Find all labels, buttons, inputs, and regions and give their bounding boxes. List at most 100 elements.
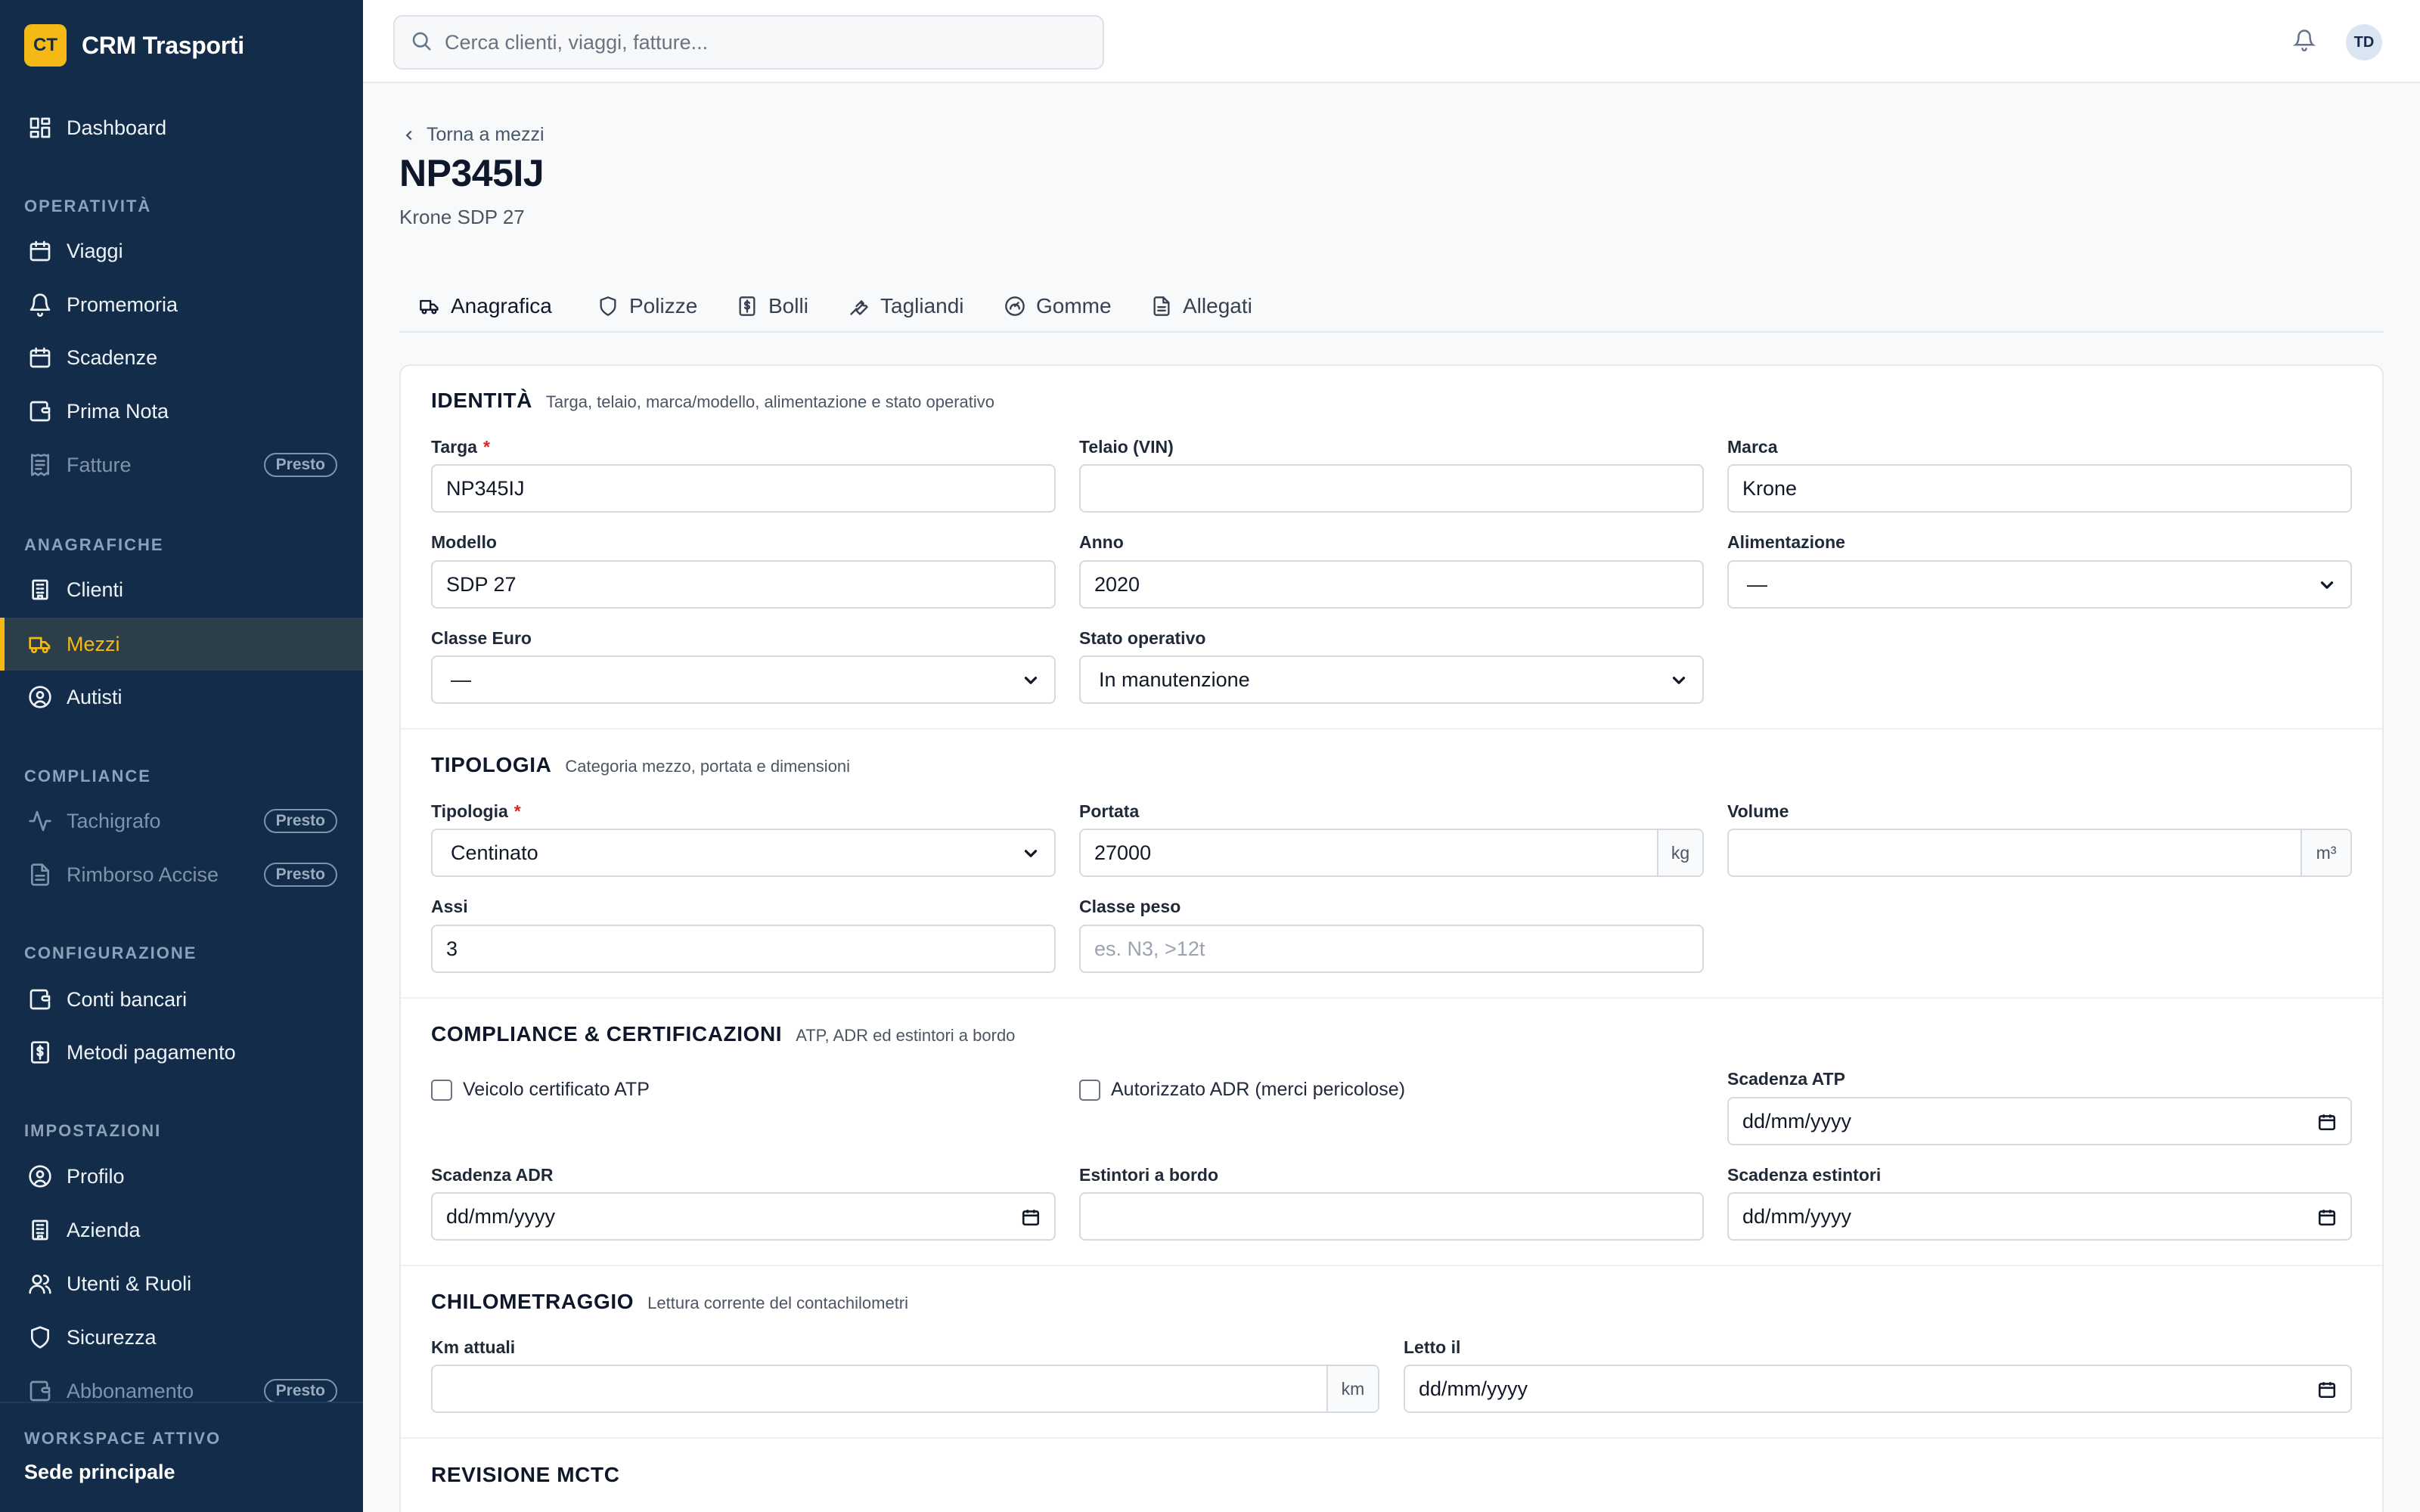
volume-input[interactable]: m³ [1727,829,2352,877]
sidebar-item-clienti[interactable]: Clienti [0,563,363,616]
classe-euro-value: — [451,668,471,691]
presto-badge: Presto [263,1379,337,1403]
notifications-bell-icon[interactable] [2292,29,2316,55]
tab-anagrafica[interactable]: Anagrafica [419,281,552,331]
sidebar-item-utenti-ruoli[interactable]: Utenti & Ruoli [0,1257,363,1310]
section-revisione: REVISIONE MCTC [431,1463,620,1487]
workspace-switcher[interactable]: WORKSPACE ATTIVO Sede principale [0,1402,363,1512]
section-divider [401,728,2382,730]
document-icon [27,862,53,888]
user-circle-icon [27,1163,53,1189]
brand[interactable]: CT CRM Trasporti [24,24,244,67]
sidebar-item-fatture[interactable]: Fatture Presto [0,438,363,491]
classe-euro-select[interactable]: — [431,655,1056,704]
scadenza-adr-date[interactable]: dd/mm/yyyy [431,1192,1056,1241]
section-title: REVISIONE MCTC [431,1463,620,1486]
assi-input[interactable]: 3 [431,925,1056,973]
calendar-icon[interactable] [2317,1207,2337,1227]
user-circle-icon [27,684,53,710]
checkbox-box[interactable] [431,1079,452,1101]
stato-operativo-select[interactable]: In manutenzione [1079,655,1704,704]
sidebar-item-autisti[interactable]: Autisti [0,671,363,723]
sidebar-item-rimborso-accise[interactable]: Rimborso Accise Presto [0,848,363,901]
portata-value: 27000 [1094,841,1152,864]
scadenza-atp-date[interactable]: dd/mm/yyyy [1727,1097,2352,1145]
tab-allegati[interactable]: Allegati [1151,281,1252,331]
tab-tagliandi[interactable]: Tagliandi [849,281,964,331]
section-description: ATP, ADR ed estintori a bordo [796,1026,1016,1045]
tab-polizze[interactable]: Polizze [597,281,697,331]
tipologia-select[interactable]: Centinato [431,829,1056,877]
marca-input[interactable]: Krone [1727,464,2352,513]
alimentazione-select[interactable]: — [1727,560,2352,609]
sidebar-item-profilo[interactable]: Profilo [0,1150,363,1203]
tipologia-label: Tipologia * [431,801,521,822]
search-box[interactable] [393,15,1104,70]
tab-gomme[interactable]: Gomme [1004,281,1112,331]
sidebar-item-tachigrafo[interactable]: Tachigrafo Presto [0,795,363,847]
sidebar-item-promemoria[interactable]: Promemoria [0,278,363,331]
classe-peso-input[interactable]: es. N3, >12t [1079,925,1704,973]
sidebar-item-label: Dashboard [67,116,167,139]
required-marker: * [513,801,521,821]
modello-label: Modello [431,532,497,552]
sidebar-item-conti-bancari[interactable]: Conti bancari [0,973,363,1026]
modello-input[interactable]: SDP 27 [431,560,1056,609]
nav-section-configurazione: CONFIGURAZIONE [24,943,197,962]
presto-badge: Presto [263,809,337,833]
back-link-label: Torna a mezzi [427,124,544,145]
nav-section-compliance: COMPLIANCE [24,767,151,785]
sidebar-item-label: Tachigrafo [67,809,161,832]
anno-input[interactable]: 2020 [1079,560,1704,609]
sidebar-item-metodi-pagamento[interactable]: Metodi pagamento [0,1026,363,1079]
dollar-receipt-icon [27,1040,53,1065]
adr-checkbox[interactable]: Autorizzato ADR (merci pericolose) [1079,1079,1405,1101]
nav-section-operativita: OPERATIVITÀ [24,197,152,215]
sidebar-item-label: Utenti & Ruoli [67,1272,192,1295]
sidebar-item-azienda[interactable]: Azienda [0,1204,363,1256]
targa-input[interactable]: NP345IJ [431,464,1056,513]
wallet-icon [27,1378,53,1404]
sidebar-item-viaggi[interactable]: Viaggi [0,225,363,277]
sidebar-item-scadenze[interactable]: Scadenze [0,331,363,384]
calendar-icon[interactable] [2317,1380,2337,1399]
stato-operativo-label: Stato operativo [1079,628,1206,648]
search-input[interactable] [445,30,1065,54]
atp-checkbox[interactable]: Veicolo certificato ATP [431,1079,650,1101]
adr-checkbox-label: Autorizzato ADR (merci pericolose) [1111,1079,1406,1100]
sidebar-item-label: Profilo [67,1164,125,1188]
avatar[interactable]: TD [2346,24,2382,60]
telaio-input[interactable] [1079,464,1704,513]
portata-input[interactable]: 27000 kg [1079,829,1704,877]
portata-label: Portata [1079,801,1140,821]
sidebar-item-sicurezza[interactable]: Sicurezza [0,1311,363,1364]
assi-label: Assi [431,897,468,916]
sidebar: CT CRM Trasporti Dashboard OPERATIVITÀ V… [0,0,363,1512]
gauge-icon [1005,296,1025,316]
sidebar-item-dashboard[interactable]: Dashboard [0,101,363,154]
tipologia-value: Centinato [451,841,538,864]
telaio-label: Telaio (VIN) [1079,437,1174,457]
scadenza-estintori-label: Scadenza estintori [1727,1165,1882,1185]
targa-label: Targa * [431,437,490,457]
km-attuali-input[interactable]: km [431,1365,1379,1413]
sidebar-item-prima-nota[interactable]: Prima Nota [0,385,363,438]
date-placeholder: dd/mm/yyyy [1419,1377,1528,1400]
checkbox-box[interactable] [1079,1079,1100,1101]
brand-logo: CT [24,24,67,67]
sidebar-item-mezzi[interactable]: Mezzi [0,618,363,671]
calendar-icon[interactable] [1021,1207,1041,1227]
section-title: CHILOMETRAGGIO [431,1290,634,1313]
back-link[interactable]: Torna a mezzi [401,124,544,146]
tab-label: Allegati [1183,294,1252,318]
volume-unit: m³ [2301,830,2350,875]
tab-bolli[interactable]: Bolli [737,281,808,331]
letto-il-date[interactable]: dd/mm/yyyy [1404,1365,2352,1413]
scadenza-estintori-date[interactable]: dd/mm/yyyy [1727,1192,2352,1241]
sidebar-item-label: Rimborso Accise [67,863,219,886]
tab-label: Tagliandi [880,294,964,318]
estintori-input[interactable] [1079,1192,1704,1241]
section-chilometraggio: CHILOMETRAGGIO Lettura corrente del conta… [431,1290,908,1314]
calendar-icon[interactable] [2317,1112,2337,1132]
presto-badge: Presto [263,863,337,887]
